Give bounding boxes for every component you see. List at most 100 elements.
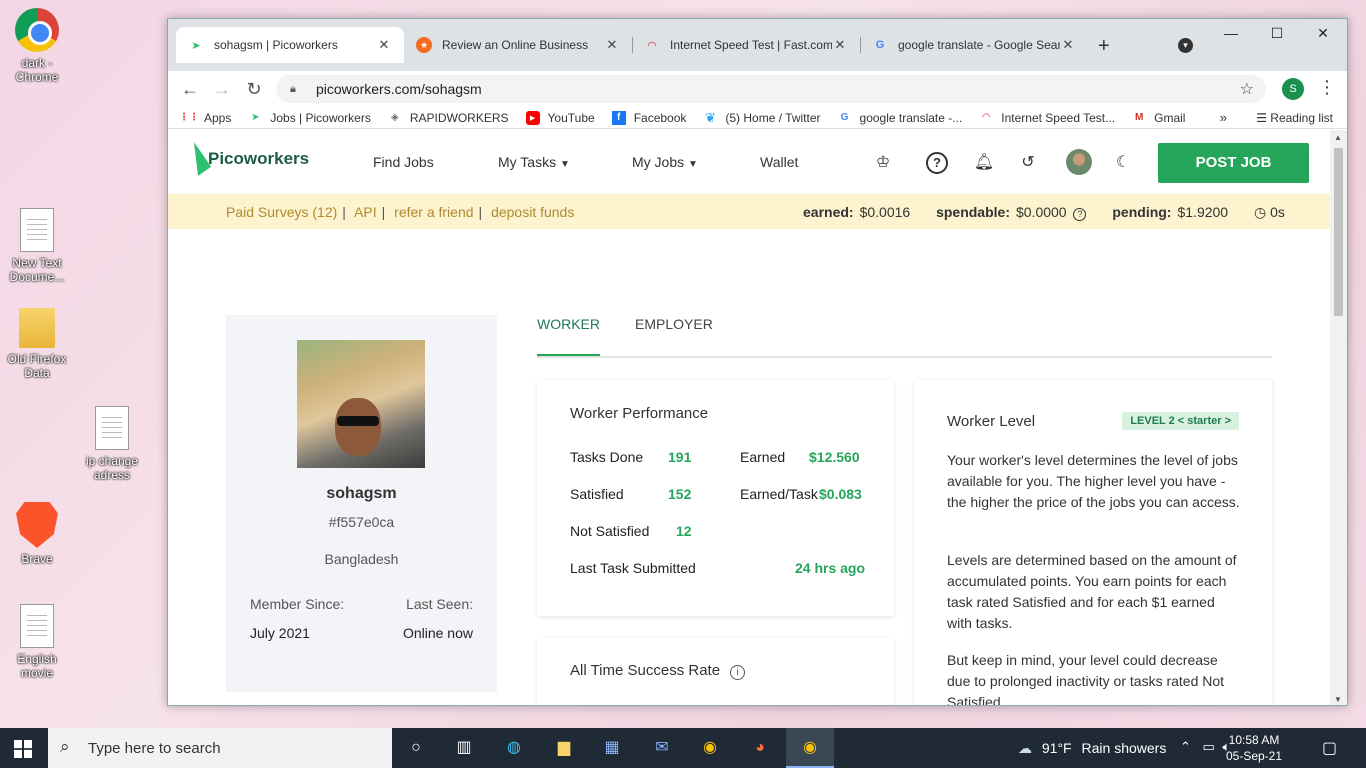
close-tab-icon[interactable]: ✕ [1060,37,1076,53]
spendable-value: $0.0000 [1015,204,1067,220]
scrollbar-thumb[interactable] [1334,148,1343,316]
facebook-icon: f [611,110,626,125]
performance-title: Worker Performance [570,405,709,422]
windows-start-icon[interactable] [14,740,32,758]
desktop-icon-chrome[interactable]: dark - Chrome [2,8,72,84]
weather-widget[interactable]: ☁ 91°F Rain showers [1018,740,1166,757]
tab-employer[interactable]: EMPLOYER [635,316,713,354]
new-tab-button[interactable]: + [1098,35,1110,58]
earned-label: Earned [740,449,786,465]
desktop-icon-new-text-document[interactable]: New Text Docume... [2,208,72,284]
leaderboard-icon[interactable]: ♔ [872,152,894,174]
forward-button[interactable]: → [206,79,238,100]
desktop-icon-old-firefox-data[interactable]: Old Firefox Data [2,308,72,380]
balance-stats: earned: $0.0016 spendable: $0.0000 ? pendi… [803,204,1285,221]
cloud-rain-icon: ☁ [1018,740,1032,756]
cortana-icon[interactable]: ○ [404,736,428,760]
bookmark-label: Apps [204,110,232,125]
level-paragraph-3: But keep in mind, your level could decre… [947,652,1225,706]
text-document-icon [20,208,54,252]
network-icon[interactable]: ▭ [1203,739,1215,754]
tab-google-translate[interactable]: G google translate - Google Sear ✕ [860,27,1088,63]
post-job-button[interactable]: POST JOB [1158,143,1309,183]
bell-icon[interactable]: 🔔︎ [973,152,995,174]
bookmark-twitter[interactable]: ❦ (5) Home / Twitter [703,110,821,125]
tab-search-icon[interactable]: ▾ [1178,38,1193,53]
tab-fast-com[interactable]: ◠ Internet Speed Test | Fast.com ✕ [632,27,860,63]
bookmark-label: google translate -... [859,110,963,125]
notification-icon[interactable]: ▢ [1322,738,1337,758]
desktop-icon-label: New Text Docume... [9,256,65,284]
text-document-icon [95,406,129,450]
reading-list-button[interactable]: ☰ Reading list [1256,111,1333,125]
member-since-label: Member Since: [250,596,345,612]
microsoft-store-icon[interactable]: ▦ [600,736,624,760]
desktop-icon-ip-change-adress[interactable]: ip change adress [77,406,147,482]
subbar-links: Paid Surveys (12) | API | refer a friend | … [226,204,579,220]
nav-find-jobs[interactable]: Find Jobs [373,154,434,170]
nav-my-tasks[interactable]: My Tasks ▼ [498,154,570,170]
clock[interactable]: 10:58 AM 05-Sep-21 [1222,732,1286,764]
nav-wallet[interactable]: Wallet [760,154,798,170]
file-explorer-icon[interactable]: ▆ [552,736,576,760]
close-tab-icon[interactable]: ✕ [376,37,392,53]
page-scrollbar[interactable]: ▲ ▼ [1330,130,1347,705]
last-seen-label: Last Seen: [406,596,473,612]
mail-icon[interactable]: ✉ [650,736,674,760]
close-tab-icon[interactable]: ✕ [832,37,848,53]
active-chrome-window[interactable]: ◉ [786,728,834,768]
history-icon[interactable]: ↺ [1017,152,1039,174]
more-bookmarks-icon[interactable]: » [1220,110,1227,125]
bookmark-facebook[interactable]: f Facebook [611,110,686,125]
browser-menu-icon[interactable]: ⋮ [1318,77,1336,98]
minimize-button[interactable]: — [1208,25,1254,47]
profile-avatar[interactable]: S [1282,78,1304,100]
task-view-icon[interactable]: ▥ [452,736,476,760]
close-window-button[interactable]: ✕ [1300,25,1346,47]
tab-review-business[interactable]: ★ Review an Online Business ✕ [404,27,632,63]
dark-mode-moon-icon[interactable]: ☾ [1112,152,1134,174]
maximize-button[interactable]: ☐ [1254,25,1300,47]
earned-value: $12.560 [809,449,860,465]
bookmark-rapidworkers[interactable]: ◈ RAPIDWORKERS [388,111,509,125]
picoworkers-logo[interactable]: Picoworkers [180,142,310,176]
bookmark-gmail[interactable]: M Gmail [1132,111,1186,125]
omnibox[interactable]: 🔒︎ picoworkers.com/sohagsm ☆ [276,75,1266,103]
info-icon[interactable]: i [730,665,746,680]
scroll-down-icon[interactable]: ▼ [1334,695,1342,704]
text-document-icon [20,604,54,648]
logo-text: Picoworkers [208,149,310,168]
desktop-icon-english-movie[interactable]: English movie [2,604,72,680]
edge-icon[interactable]: ◍ [502,736,526,760]
last-task-value: 24 hrs ago [795,560,866,576]
chrome-taskbar-icon[interactable]: ◉ [698,736,722,760]
paid-surveys-link[interactable]: Paid Surveys (12) [226,204,337,220]
bookmark-apps[interactable]: ⋮⋮ Apps [179,110,232,125]
tab-worker[interactable]: WORKER [537,316,600,356]
tab-picoworkers[interactable]: ➤ sohagsm | Picoworkers ✕ [176,27,404,63]
refer-friend-link[interactable]: refer a friend [394,204,473,220]
success-rate-title: All Time Success Rate i [570,662,746,680]
info-circle-icon[interactable]: ? [1073,208,1087,221]
chevron-up-icon[interactable]: ⌃ [1180,739,1191,754]
worker-performance-card: Worker Performance Tasks Done 191 Earned… [537,380,894,616]
desktop-icon-brave[interactable]: Brave [2,502,72,566]
bookmark-speed-test[interactable]: ◠ Internet Speed Test... [979,111,1115,125]
nav-my-jobs[interactable]: My Jobs ▼ [632,154,698,170]
bookmark-star-icon[interactable]: ☆ [1240,79,1254,99]
desktop-icon-label: Brave [21,552,53,566]
deposit-funds-link[interactable]: deposit funds [491,204,574,220]
back-button[interactable]: ← [174,79,206,100]
firefox-icon[interactable]: ◕ [748,736,772,760]
help-icon[interactable]: ? [926,152,948,174]
bookmark-google-translate[interactable]: Ggoogle translate -... [838,111,963,125]
reload-button[interactable]: ↻ [238,79,270,100]
bookmark-jobs-picoworkers[interactable]: ➤ Jobs | Picoworkers [248,111,371,125]
site-header: Picoworkers Find Jobs My Tasks ▼ My Jobs… [168,130,1331,194]
close-tab-icon[interactable]: ✕ [604,37,620,53]
bookmark-youtube[interactable]: ▶ YouTube [525,110,595,125]
scroll-up-icon[interactable]: ▲ [1334,133,1342,142]
avatar[interactable] [1066,149,1092,175]
taskbar-search[interactable]: ⌕ Type here to search [48,728,392,768]
api-link[interactable]: API [354,204,377,220]
